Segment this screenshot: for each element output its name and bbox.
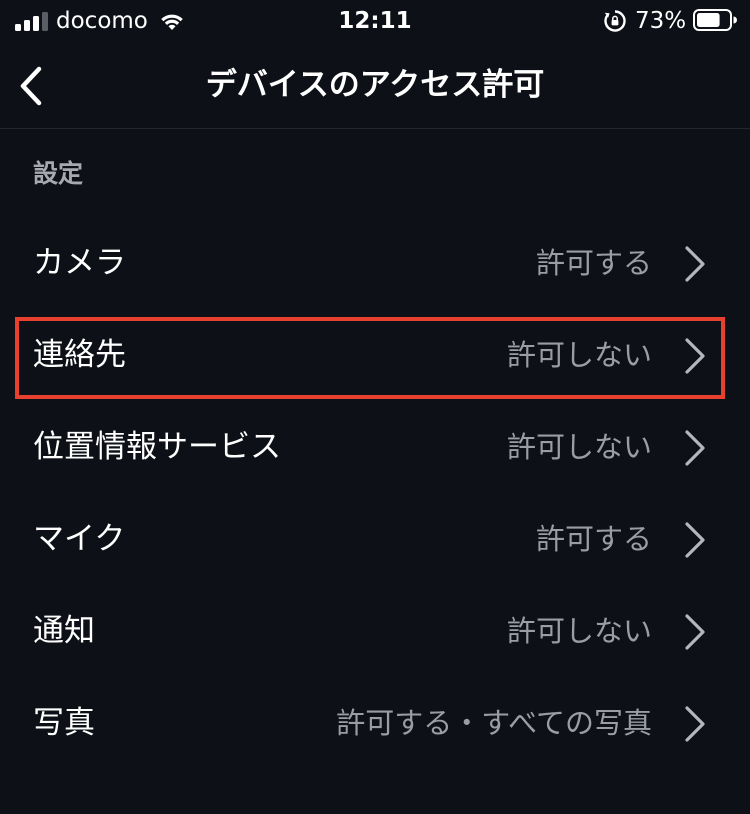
permission-row-location[interactable]: 位置情報サービス 許可しない [0, 401, 750, 493]
chevron-right-icon [685, 706, 705, 742]
chevron-right-icon [685, 246, 705, 282]
row-label: 通知 [33, 613, 95, 649]
row-value: 許可しない [506, 338, 652, 372]
row-value: 許可する・すべての写真 [336, 706, 652, 740]
permission-row-contacts[interactable]: 連絡先 許可しない [0, 309, 750, 401]
rotation-lock-icon [603, 9, 627, 33]
navigation-bar: デバイスのアクセス許可 [0, 44, 750, 129]
row-label: 連絡先 [33, 337, 126, 373]
page-title: デバイスのアクセス許可 [205, 67, 545, 103]
chevron-right-icon [685, 522, 705, 558]
battery-icon [693, 9, 737, 31]
permission-row-notifications[interactable]: 通知 許可しない [0, 585, 750, 677]
row-label: カメラ [33, 245, 126, 281]
row-value: 許可する [535, 246, 652, 280]
permissions-list: カメラ 許可する 連絡先 許可しない 位置情報サービス 許可しない マイク 許可… [0, 217, 750, 769]
permission-row-microphone[interactable]: マイク 許可する [0, 493, 750, 585]
battery-percentage: 73% [635, 8, 687, 34]
chevron-right-icon [685, 614, 705, 650]
permission-row-camera[interactable]: カメラ 許可する [0, 217, 750, 309]
chevron-right-icon [685, 338, 705, 374]
permission-row-photos[interactable]: 写真 許可する・すべての写真 [0, 677, 750, 769]
row-label: マイク [33, 521, 126, 557]
row-value: 許可する [535, 522, 652, 556]
chevron-right-icon [685, 430, 705, 466]
row-label: 位置情報サービス [33, 429, 281, 465]
row-label: 写真 [33, 705, 95, 741]
section-header: 設定 [33, 159, 84, 188]
status-bar: docomo 12:11 73% [0, 0, 750, 44]
row-value: 許可しない [506, 614, 652, 648]
row-value: 許可しない [506, 430, 652, 464]
